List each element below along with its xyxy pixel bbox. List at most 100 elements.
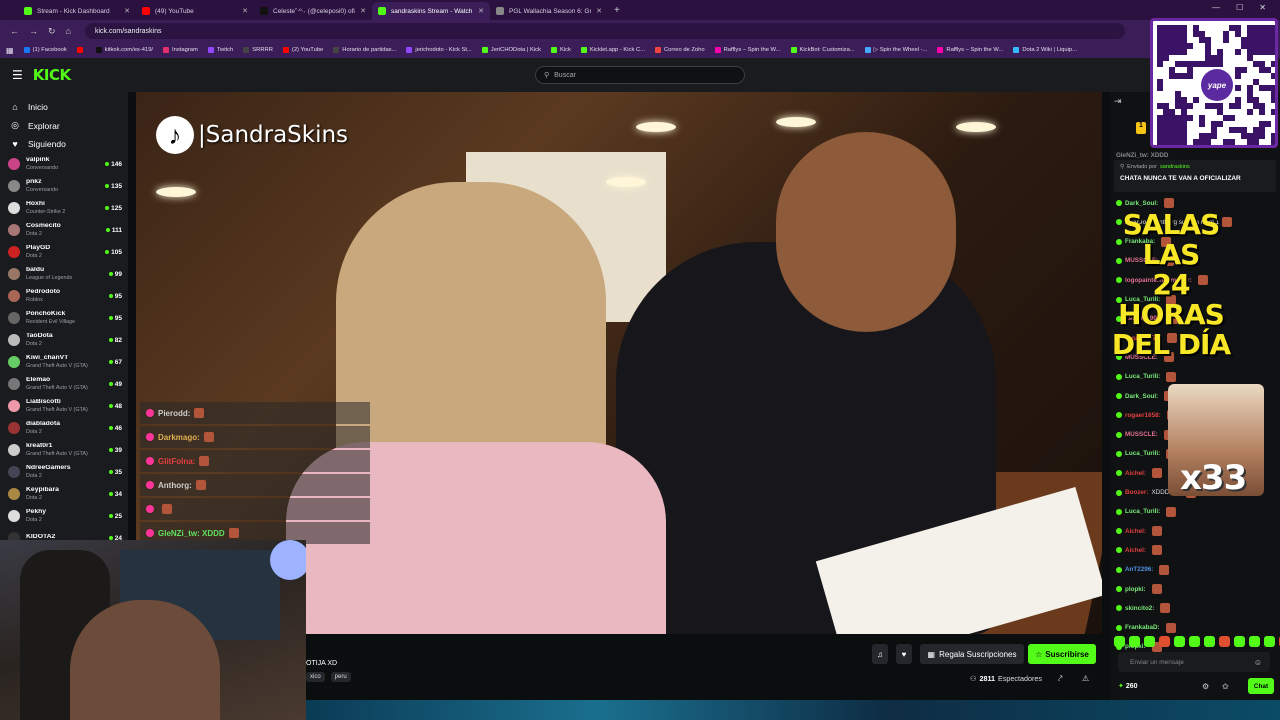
notification-bell-button[interactable]: ♫ [872,644,888,664]
chat-message[interactable]: Dark_Soul: [1116,391,1175,401]
browser-tab[interactable]: Stream - Kick Dashboard ✕ [18,2,136,20]
bookmark[interactable]: ▷ Spin the Wheel -... [864,47,927,53]
share-icon[interactable]: ⤤ [1058,674,1063,684]
following-channel[interactable]: NdreeGamers Dota 2 35 [0,461,128,483]
bookmark[interactable]: Rafflys – Spin the W... [714,47,781,53]
bookmark[interactable]: Horario de partidas... [333,47,396,53]
tag[interactable]: xico [306,672,325,682]
chat-message[interactable]: Luca_Turili: [1116,371,1177,382]
bookmark[interactable]: Twitch [207,47,233,53]
home-browser-icon[interactable]: ⌂ [66,26,71,37]
emote-icon[interactable] [1234,636,1245,647]
emote-icon[interactable] [1114,636,1125,647]
bookmark[interactable]: jerichodoto - Kick St... [406,47,472,53]
close-tab-icon[interactable]: ✕ [124,7,130,15]
chat-message[interactable]: skincito2: [1116,603,1171,614]
reload-icon[interactable]: ↻ [48,26,56,37]
extension-icon[interactable]: ✿ [1222,682,1229,691]
bookmark[interactable] [76,47,86,53]
emote-icon[interactable] [1249,636,1260,647]
tag[interactable]: peru [330,672,351,682]
close-tab-icon[interactable]: ✕ [242,7,248,15]
following-channel[interactable]: Pekhy Dota 2 25 [0,505,128,527]
close-tab-icon[interactable]: ✕ [360,7,366,15]
settings-icon[interactable]: ⚙ [1202,682,1209,691]
close-window-icon[interactable]: ✕ [1259,3,1266,12]
forward-icon[interactable]: → [29,26,38,37]
maximize-icon[interactable]: ☐ [1236,3,1243,12]
subscribe-button[interactable]: ☆ Suscribirse [1028,644,1096,664]
chat-message[interactable]: AnT2296: [1116,564,1170,575]
back-icon[interactable]: ← [10,26,19,37]
following-channel[interactable]: TaoDota Dota 2 82 [0,329,128,351]
bookmark[interactable]: Dota 2 Wiki | Liquip... [1013,47,1077,53]
following-channel[interactable]: pnkz Conversando 135 [0,175,128,197]
minimize-icon[interactable]: — [1212,3,1220,12]
emote-icon[interactable] [1264,636,1275,647]
emoji-icon[interactable]: ☺ [1254,658,1262,667]
bookmark[interactable]: Rafflys – Spin the W... [937,47,1003,53]
bookmark[interactable]: (1) Facebook [23,47,67,53]
chat-message[interactable]: Aichel: [1116,468,1162,479]
apps-icon[interactable]: ▦ [6,46,14,55]
gift-subs-button[interactable]: ▦ Regala Suscripciones [920,644,1024,664]
following-channel[interactable]: Keypibara Dota 2 34 [0,483,128,505]
chat-input[interactable]: Enviar un mensaje ☺ [1118,652,1270,672]
browser-tab[interactable]: Celeste˚‧º·˖ (@celeposi0) ofi... ✕ [254,2,372,20]
following-channel[interactable]: baldu League of Legends 99 [0,263,128,285]
chat-message[interactable]: FrankabaD: [1116,622,1176,633]
new-tab-icon[interactable]: + [614,5,620,16]
search-input[interactable]: ⚲ Buscar [535,66,745,84]
pinned-message[interactable]: ⚲ Enviado por sandraskins CHATA NUNCA TE… [1114,160,1276,192]
chat-send-button[interactable]: Chat [1248,678,1274,694]
browser-tab[interactable]: PGL Wallachia Season 6: Group... ✕ [490,2,608,20]
bookmark[interactable]: JeriCHODota | Kick [481,47,541,53]
nav-item-siguiendo[interactable]: ♥ Siguiendo [0,135,128,153]
following-channel[interactable]: diabladota Dota 2 46 [0,417,128,439]
follow-button[interactable]: ♥ [896,644,912,664]
following-channel[interactable]: PlayGD Dota 2 105 [0,241,128,263]
bookmark[interactable]: kitkok.com/es-419/ [95,47,153,53]
collapse-chat-icon[interactable]: ⇥ [1114,96,1122,107]
emote-icon[interactable] [1159,636,1170,647]
bookmark[interactable]: (2) YouTube [282,47,323,53]
chat-message[interactable]: Aichel: [1116,545,1162,556]
chat-message[interactable]: Aichel: [1116,526,1162,537]
following-channel[interactable]: PonchoKick Resident Evil Village 95 [0,307,128,329]
following-channel[interactable]: Kiwi_chanVT Grand Theft Auto V (GTA) 67 [0,351,128,373]
bookmark[interactable]: Kick [550,47,571,53]
browser-tab[interactable]: (49) YouTube ✕ [136,2,254,20]
chat-message[interactable]: MUSSCLE: [1116,429,1174,440]
following-channel[interactable]: Elemao Grand Theft Auto V (GTA) 49 [0,373,128,395]
emote-icon[interactable] [1189,636,1200,647]
kick-logo[interactable]: KICK [33,66,71,84]
following-channel[interactable]: Cosmecito Dota 2 111 [0,219,128,241]
bookmark[interactable]: SRRRR [243,47,273,53]
bookmark[interactable]: Instagram [163,47,198,53]
nav-item-inicio[interactable]: ⌂ Inicio [0,98,128,116]
report-icon[interactable]: ⚠ [1082,674,1089,683]
menu-icon[interactable]: ☰ [12,68,23,82]
address-bar[interactable]: kick.com/sandraskins [84,23,1125,39]
emote-icon[interactable] [1204,636,1215,647]
following-channel[interactable]: kreat0r1 Grand Theft Auto V (GTA) 39 [0,439,128,461]
bookmark[interactable]: KickBot: Customiza... [790,47,855,53]
following-channel[interactable]: Pedrodoto Roblox 95 [0,285,128,307]
following-channel[interactable]: valpink Conversando 146 [0,153,128,175]
close-tab-icon[interactable]: ✕ [478,7,484,15]
nav-item-explorar[interactable]: ◎ Explorar [0,116,128,135]
chat-message[interactable]: Dark_Soul: [1116,198,1175,208]
bookmark[interactable]: Kicklet.app - Kick C... [580,47,645,53]
chat-message[interactable]: Luca_Turili: [1116,506,1177,517]
close-tab-icon[interactable]: ✕ [596,7,602,15]
following-channel[interactable]: Hoxhi Counter-Strike 2 125 [0,197,128,219]
emote-icon[interactable] [1174,636,1185,647]
browser-tab[interactable]: sandraskins Stream - Watch... ✕ [372,2,490,20]
emote-icon[interactable] [1144,636,1155,647]
bookmark[interactable]: Correo de Zoho [655,47,705,53]
following-channel[interactable]: LiaBiscotti Grand Theft Auto V (GTA) 48 [0,395,128,417]
chat-message[interactable]: plopki: [1116,584,1162,594]
emote-icon[interactable] [1129,636,1140,647]
emote-icon[interactable] [1219,636,1230,647]
kick-points[interactable]: ✦ 260 [1118,682,1138,691]
